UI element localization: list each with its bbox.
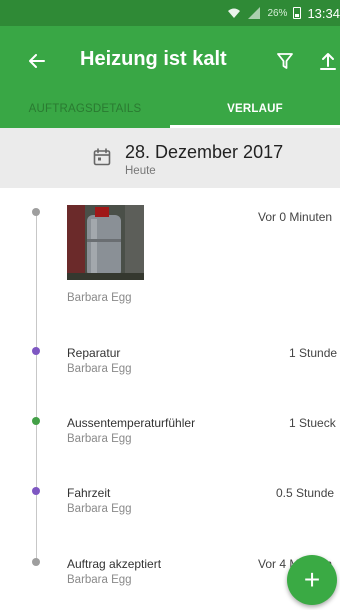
upload-icon	[320, 53, 336, 70]
add-icon: +	[303, 564, 321, 595]
upload-button[interactable]	[313, 46, 340, 76]
status-bar: 26% 13:34	[0, 0, 340, 26]
entry-quantity: 1 Stunde	[289, 346, 338, 360]
timeline-dot	[32, 208, 40, 216]
calendar-icon	[93, 148, 111, 166]
tab-bar: AUFTRAGSDETAILS VERLAUF	[0, 96, 340, 128]
entry-quantity: 0.5 Stunde	[276, 486, 335, 500]
page-title: Heizung ist kalt	[80, 48, 227, 70]
entry-user: Barbara Egg	[67, 574, 132, 586]
entry-title: Auftrag akzeptiert	[67, 557, 162, 571]
entry-title: Aussentemperaturfühler	[67, 416, 196, 430]
tab-auftragsdetails[interactable]: AUFTRAGSDETAILS	[0, 96, 170, 128]
timeline-dot	[32, 558, 40, 566]
battery-icon	[293, 7, 302, 19]
entry-user: Barbara Egg	[67, 433, 132, 445]
date-title: 28. Dezember 2017	[125, 142, 284, 162]
add-entry-button[interactable]: +	[287, 555, 337, 605]
heater-photo[interactable]	[67, 205, 144, 280]
back-button[interactable]	[22, 46, 52, 76]
timeline-dot	[32, 347, 40, 355]
timeline-line	[36, 212, 37, 562]
battery-percent: 26%	[267, 7, 288, 19]
filter-button[interactable]	[270, 46, 300, 76]
date-relative: Heute	[125, 165, 156, 177]
entry-time: Vor 0 Minuten	[258, 210, 333, 224]
signal-icon	[248, 7, 261, 19]
timeline-dot	[32, 487, 40, 495]
entry-title: Reparatur	[67, 346, 121, 360]
entry-user: Barbara Egg	[67, 363, 132, 375]
date-header: 28. Dezember 2017 Heute	[0, 128, 340, 188]
entry-quantity: 1 Stueck	[289, 416, 336, 430]
tab-verlauf[interactable]: VERLAUF	[170, 96, 340, 128]
entry-user: Barbara Egg	[67, 292, 132, 304]
status-time: 13:34	[307, 5, 340, 21]
filter-icon	[277, 52, 293, 69]
wifi-icon	[228, 8, 241, 18]
heater-photo-image	[67, 205, 144, 280]
app-bar: Heizung ist kalt	[0, 26, 340, 96]
entry-user: Barbara Egg	[67, 503, 132, 515]
status-icons: 26% 13:34	[227, 5, 340, 21]
entry-title: Fahrzeit	[67, 486, 111, 500]
timeline-dot	[32, 417, 40, 425]
arrow-back-icon	[29, 54, 45, 68]
